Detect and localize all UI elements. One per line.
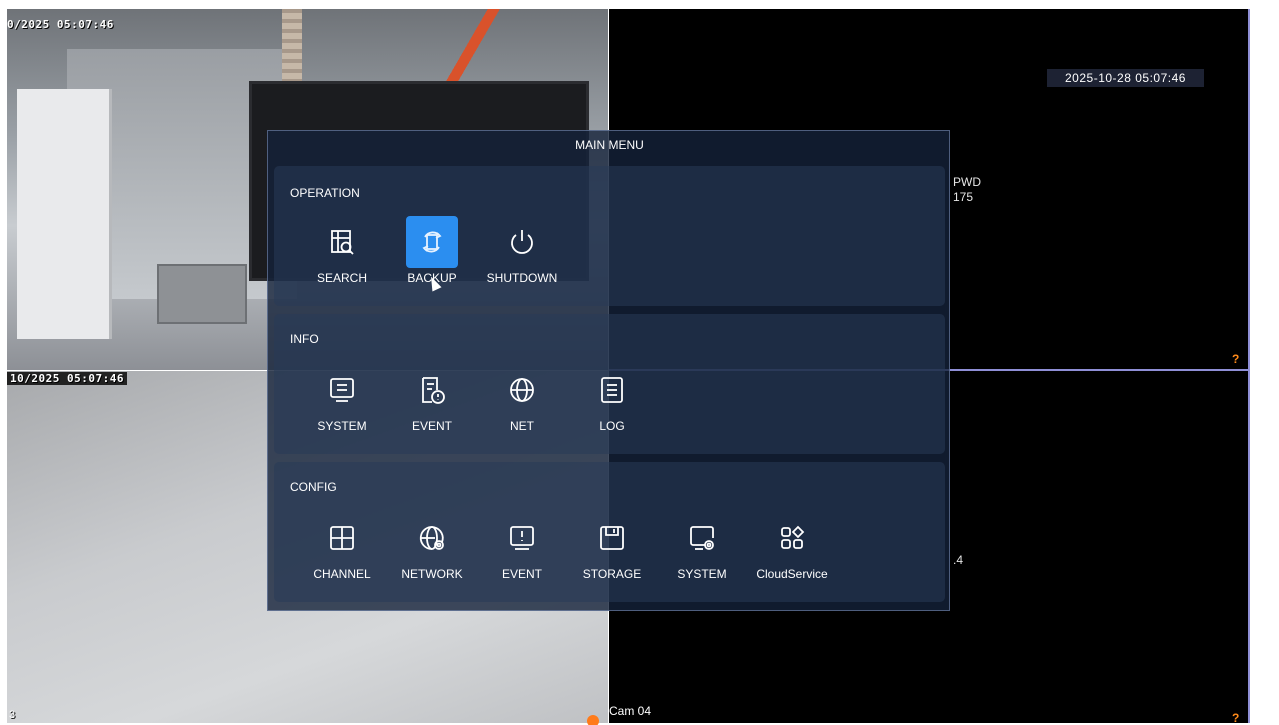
menu-item-shutdown[interactable]: SHUTDOWN [470,211,557,291]
section-title: CONFIG [290,480,337,494]
help-icon[interactable]: ? [1232,352,1239,366]
obscured-text-line: PWD [953,175,981,189]
menu-item-label: STORAGE [582,567,642,581]
log-icon [586,364,638,416]
menu-item-label: EVENT [411,419,452,433]
osd-timestamp: 0/2025 05:07:46 [7,18,114,31]
camera-name-label: Cam 04 [609,704,652,718]
apps-icon [766,512,818,564]
section-title: INFO [290,332,319,346]
power-icon [496,216,548,268]
menu-item-label: SYSTEM [677,567,727,581]
menu-item-label: SEARCH [316,271,367,285]
menu-item-config-cloudservice[interactable]: CloudService [740,507,828,587]
section-title: OPERATION [290,186,360,200]
globe-icon [496,364,548,416]
monitor-icon [316,364,368,416]
camera-scene-device [157,264,247,324]
help-icon[interactable]: ? [1232,711,1239,723]
menu-item-backup[interactable]: BACKUP [380,211,464,291]
channel-number: 3 [9,709,16,721]
menu-item-search[interactable]: SEARCH [290,211,374,291]
dialog-title: MAIN MENU [575,138,644,152]
main-menu-dialog: MAIN MENU OPERATION SEARCH BACKUP SHUTDO… [267,130,950,611]
nvr-screen: 0/2025 05:07:46 2025-10-28 05:07:46 PWD … [0,0,1279,725]
menu-item-label: LOG [599,419,625,433]
section-config: CONFIG CHANNEL NETWORK EVENT STORAGE SYS… [274,462,945,602]
tile-divider [1248,9,1250,723]
status-dot [587,715,599,725]
obscured-text-line: 175 [953,190,974,204]
menu-item-info-system[interactable]: SYSTEM [290,359,374,439]
osd-timestamp: 2025-10-28 05:07:46 [1047,69,1204,87]
event-info-icon [406,364,458,416]
menu-item-config-storage[interactable]: STORAGE [560,507,644,587]
backup-icon [406,216,458,268]
osd-timestamp: 10/2025 05:07:46 [7,372,127,385]
search-icon [316,216,368,268]
system-settings-icon [676,512,728,564]
alert-monitor-icon [496,512,548,564]
section-operation: OPERATION SEARCH BACKUP SHUTDOWN [274,166,945,306]
obscured-text: .4 [953,553,964,567]
floppy-icon [586,512,638,564]
menu-item-config-event[interactable]: EVENT [470,507,554,587]
menu-item-label: CloudService [756,567,828,581]
menu-item-info-log[interactable]: LOG [560,359,644,439]
menu-item-label: SYSTEM [317,419,367,433]
section-info: INFO SYSTEM EVENT NET LOG [274,314,945,454]
menu-item-info-event[interactable]: EVENT [380,359,464,439]
menu-item-label: NETWORK [401,567,463,581]
menu-item-label: EVENT [501,567,542,581]
menu-item-label: SHUTDOWN [486,271,558,285]
camera-scene-box [17,89,112,339]
menu-item-label: NET [510,419,534,433]
menu-item-info-net[interactable]: NET [470,359,554,439]
grid-icon [316,512,368,564]
menu-item-config-channel[interactable]: CHANNEL [290,507,374,587]
menu-item-config-network[interactable]: NETWORK [380,507,464,587]
menu-item-config-system[interactable]: SYSTEM [650,507,734,587]
network-settings-icon [406,512,458,564]
menu-item-label: CHANNEL [313,567,371,581]
obscured-text: PWD 175 [953,175,981,205]
